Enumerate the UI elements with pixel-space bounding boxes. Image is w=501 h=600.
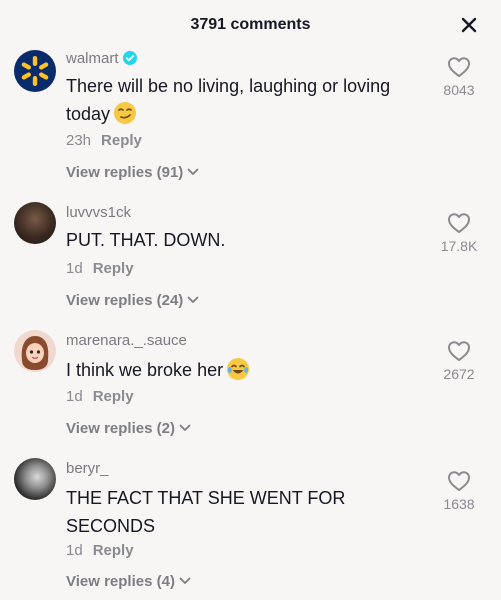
comment-item: beryr_ THE FACT THAT SHE WENT FOR SECOND…: [0, 458, 501, 600]
comment-text-content: I think we broke her: [66, 360, 224, 380]
like-count: 1638: [443, 496, 475, 512]
comment-text-content: PUT. THAT. DOWN.: [66, 230, 226, 250]
like-count: 8043: [443, 82, 475, 98]
avatar[interactable]: [14, 330, 56, 372]
comment-username[interactable]: beryr_: [66, 460, 109, 477]
heart-icon[interactable]: [447, 56, 471, 78]
comment-text: There will be no living, laughing or lov…: [66, 72, 426, 128]
comment-item: walmart There will be no living, laughin…: [0, 48, 501, 188]
view-replies-button[interactable]: View replies (91): [66, 163, 199, 181]
like-count: 17.8K: [440, 238, 478, 254]
cartoon-avatar-image: [21, 336, 49, 370]
view-replies-label[interactable]: View replies (4): [66, 573, 175, 590]
view-replies-button[interactable]: View replies (2): [66, 419, 191, 437]
comments-header: 3791 comments: [0, 0, 501, 52]
avatar[interactable]: [14, 50, 56, 92]
comment-item: marenara._.sauce I think we broke her 1d…: [0, 330, 501, 450]
heart-icon[interactable]: [447, 340, 471, 362]
chevron-down-icon: [179, 419, 191, 436]
comment-text: THE FACT THAT SHE WENT FOR SECONDS: [66, 484, 386, 540]
avatar[interactable]: [14, 458, 56, 500]
comment-item: luvvvs1ck PUT. THAT. DOWN. 1d Reply View …: [0, 202, 501, 322]
view-replies-button[interactable]: View replies (24): [66, 291, 199, 309]
comment-meta: 1d Reply: [66, 388, 134, 405]
tears-of-joy-emoji-icon: [227, 358, 250, 380]
reply-button[interactable]: Reply: [93, 542, 134, 559]
like-button[interactable]: 17.8K: [431, 212, 487, 254]
like-button[interactable]: 8043: [431, 56, 487, 98]
view-replies-label[interactable]: View replies (91): [66, 164, 183, 181]
comment-time: 23h: [66, 132, 92, 149]
username-label[interactable]: beryr_: [66, 460, 109, 477]
view-replies-button[interactable]: View replies (4): [66, 572, 191, 590]
comment-time: 1d: [66, 542, 83, 559]
comment-text: PUT. THAT. DOWN.: [66, 226, 426, 254]
comment-time: 1d: [66, 260, 83, 277]
comment-time: 1d: [66, 388, 83, 405]
heart-icon[interactable]: [447, 470, 471, 492]
like-button[interactable]: 1638: [431, 470, 487, 512]
avatar[interactable]: [14, 202, 56, 244]
like-count: 2672: [443, 366, 475, 382]
username-label[interactable]: luvvvs1ck: [66, 204, 131, 221]
reply-button[interactable]: Reply: [101, 132, 142, 149]
comment-meta: 23h Reply: [66, 132, 142, 149]
comment-text-content: THE FACT THAT SHE WENT FOR SECONDS: [66, 488, 346, 536]
like-button[interactable]: 2672: [431, 340, 487, 382]
comments-count-title: 3791 comments: [190, 16, 311, 33]
reply-button[interactable]: Reply: [93, 388, 134, 405]
close-icon[interactable]: [459, 15, 479, 35]
comment-username[interactable]: marenara._.sauce: [66, 332, 187, 349]
comment-username[interactable]: luvvvs1ck: [66, 204, 131, 221]
chevron-down-icon: [187, 163, 199, 180]
heart-icon[interactable]: [447, 212, 471, 234]
comment-username[interactable]: walmart: [66, 50, 137, 67]
comment-meta: 1d Reply: [66, 542, 134, 559]
chevron-down-icon: [187, 291, 199, 308]
username-label[interactable]: walmart: [66, 50, 119, 67]
verified-badge-icon: [122, 51, 137, 65]
comment-text: I think we broke her: [66, 356, 426, 384]
username-label[interactable]: marenara._.sauce: [66, 332, 187, 349]
view-replies-label[interactable]: View replies (24): [66, 292, 183, 309]
view-replies-label[interactable]: View replies (2): [66, 420, 175, 437]
comment-meta: 1d Reply: [66, 260, 134, 277]
walmart-spark-logo: [21, 56, 49, 86]
reply-button[interactable]: Reply: [93, 260, 134, 277]
smirk-emoji-icon: [114, 102, 137, 124]
chevron-down-icon: [179, 572, 191, 589]
